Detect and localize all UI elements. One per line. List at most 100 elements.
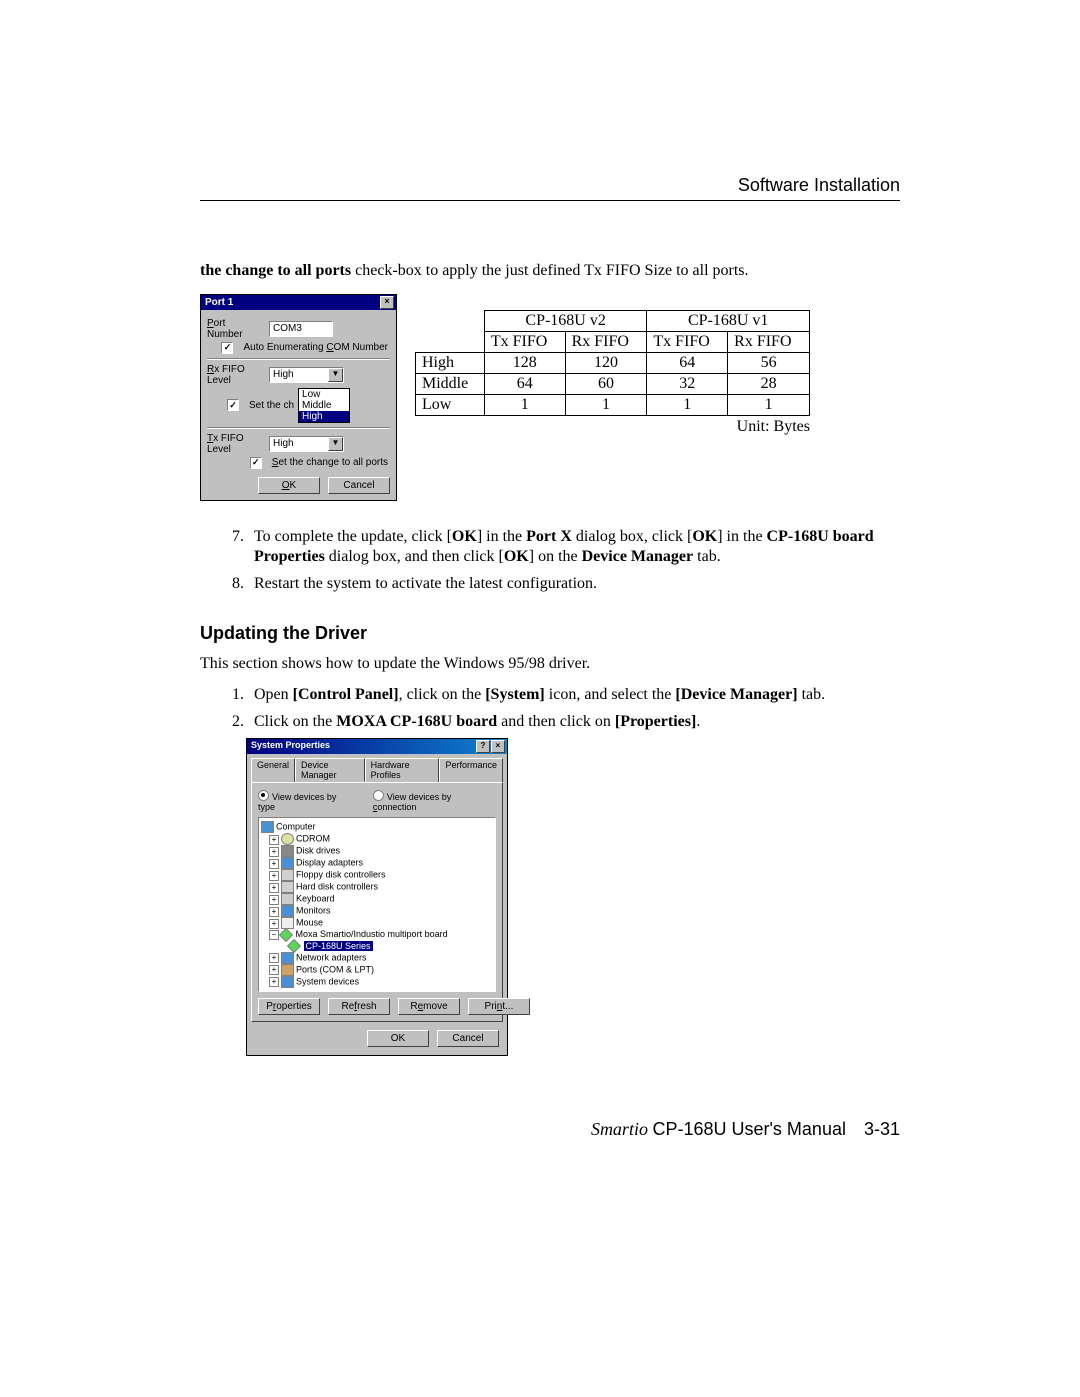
tree-ports[interactable]: +Ports (COM & LPT)	[261, 964, 493, 976]
driver-step-1: Open [Control Panel], click on the [Syst…	[248, 685, 900, 706]
tab-general[interactable]: General	[251, 758, 295, 782]
tree-system-devices[interactable]: +System devices	[261, 976, 493, 988]
tree-moxa-board[interactable]: − Moxa Smartio/Industio multiport board	[261, 929, 493, 940]
rx-set-change-checkbox[interactable]: ✓	[227, 399, 239, 411]
tree-display-adapters[interactable]: +Display adapters	[261, 857, 493, 869]
tree-hdd-ctrl[interactable]: +Hard disk controllers	[261, 881, 493, 893]
tab-device-manager[interactable]: Device Manager	[295, 758, 365, 782]
fifo-txv1: Tx FIFO	[647, 331, 728, 352]
sys-cancel-button[interactable]: Cancel	[437, 1030, 499, 1047]
fifo-row-label: Middle	[416, 373, 485, 394]
updating-driver-intro: This section shows how to update the Win…	[200, 654, 900, 675]
port-dialog: Port 1 × Port Number COM3 ✓ Auto Enumera…	[200, 294, 397, 501]
chevron-down-icon[interactable]: ▼	[328, 368, 343, 382]
tree-cp168u-series[interactable]: CP-168U Series	[261, 941, 493, 952]
fifo-cell: 64	[484, 373, 565, 394]
help-icon[interactable]: ?	[476, 740, 490, 753]
rx-fifo-combo[interactable]: High ▼	[269, 367, 344, 383]
fifo-rxv2: Rx FIFO	[565, 331, 647, 352]
fifo-cell: 128	[484, 352, 565, 373]
auto-enum-label: Auto Enumerating COM Number	[243, 342, 388, 353]
tree-disk-drives[interactable]: +Disk drives	[261, 845, 493, 857]
fifo-cell: 1	[728, 394, 810, 415]
tree-keyboard[interactable]: +Keyboard	[261, 893, 493, 905]
tree-floppy[interactable]: +Floppy disk controllers	[261, 869, 493, 881]
rx-dropdown-list[interactable]: Low Middle High	[298, 388, 350, 423]
page-footer: Smartio CP-168U User's Manual 3-31	[591, 1119, 900, 1140]
tree-network-adapters[interactable]: +Network adapters	[261, 952, 493, 964]
tab-hardware-profiles[interactable]: Hardware Profiles	[365, 758, 440, 782]
rx-set-change-label: Set the ch	[249, 400, 294, 411]
sys-ok-button[interactable]: OK	[367, 1030, 429, 1047]
intro-line: the change to all ports check-box to app…	[200, 260, 900, 282]
fifo-cell: 32	[647, 373, 728, 394]
fifo-cell: 56	[728, 352, 810, 373]
tree-monitors[interactable]: +Monitors	[261, 905, 493, 917]
footer-page: 3-31	[864, 1119, 900, 1139]
view-by-connection-radio[interactable]: View devices by connection	[373, 789, 496, 812]
rx-fifo-value: High	[273, 369, 294, 380]
section-title: Software Installation	[738, 175, 900, 196]
step-7: To complete the update, click [OK] in th…	[248, 527, 900, 569]
intro-rest: check-box to apply the just defined Tx F…	[351, 262, 748, 279]
print-button[interactable]: Print...	[468, 998, 530, 1015]
fifo-cell: 1	[484, 394, 565, 415]
tree-mouse[interactable]: +Mouse	[261, 917, 493, 929]
fifo-head-v2: CP-168U v2	[484, 310, 647, 331]
port-dialog-title: Port 1	[205, 297, 233, 308]
footer-prefix: Smartio	[591, 1119, 653, 1139]
port-dialog-titlebar: Port 1 ×	[201, 295, 396, 310]
steps-list-top: To complete the update, click [OK] in th…	[200, 527, 900, 595]
system-properties-titlebar: System Properties ? ×	[247, 739, 507, 754]
rx-option-middle[interactable]: Middle	[299, 400, 349, 411]
cancel-button[interactable]: Cancel	[328, 477, 390, 494]
footer-manual: CP-168U User's Manual	[652, 1119, 846, 1139]
tx-fifo-label: Tx FIFO Level	[207, 433, 263, 455]
header-rule	[200, 200, 900, 201]
tab-performance[interactable]: Performance	[439, 758, 503, 782]
fifo-cell: 60	[565, 373, 647, 394]
fifo-rxv1: Rx FIFO	[728, 331, 810, 352]
view-by-type-radio[interactable]: View devices by type	[258, 789, 355, 812]
step-8: Restart the system to activate the lates…	[248, 574, 900, 595]
steps-list-driver: Open [Control Panel], click on the [Syst…	[200, 685, 900, 733]
device-manager-panel: View devices by type View devices by con…	[251, 782, 503, 1022]
properties-button[interactable]: Properties	[258, 998, 320, 1015]
fifo-cell: 64	[647, 352, 728, 373]
port-number-input[interactable]: COM3	[269, 321, 333, 337]
chevron-down-icon[interactable]: ▼	[328, 437, 343, 451]
fifo-txv2: Tx FIFO	[484, 331, 565, 352]
tx-set-change-label: Set the change to all ports	[272, 457, 388, 468]
tx-fifo-combo[interactable]: High ▼	[269, 436, 344, 452]
fifo-row-label: High	[416, 352, 485, 373]
fifo-cell: 120	[565, 352, 647, 373]
rx-option-high[interactable]: High	[299, 411, 349, 422]
fifo-cell: 1	[647, 394, 728, 415]
fifo-row-label: Low	[416, 394, 485, 415]
system-properties-title: System Properties	[251, 740, 330, 753]
tx-set-change-checkbox[interactable]: ✓	[250, 457, 262, 469]
tree-computer[interactable]: Computer	[261, 821, 493, 833]
close-icon[interactable]: ×	[491, 740, 505, 753]
fifo-cell: 1	[565, 394, 647, 415]
fifo-unit: Unit: Bytes	[415, 418, 810, 436]
fifo-cell: 28	[728, 373, 810, 394]
tx-fifo-value: High	[273, 438, 294, 449]
port-number-label: Port Number	[207, 318, 263, 340]
fifo-table-wrapper: CP-168U v2 CP-168U v1 Tx FIFO Rx FIFO Tx…	[415, 294, 810, 436]
tree-cdrom[interactable]: +CDROM	[261, 833, 493, 845]
rx-fifo-label: Rx FIFO Level	[207, 364, 263, 386]
auto-enum-checkbox[interactable]: ✓	[221, 342, 233, 354]
refresh-button[interactable]: Refresh	[328, 998, 390, 1015]
fifo-head-v1: CP-168U v1	[647, 310, 810, 331]
driver-step-2: Click on the MOXA CP-168U board and then…	[248, 712, 900, 733]
close-icon[interactable]: ×	[380, 296, 394, 309]
rx-option-low[interactable]: Low	[299, 389, 349, 400]
tab-row: General Device Manager Hardware Profiles…	[251, 758, 503, 782]
ok-button[interactable]: OK	[258, 477, 320, 494]
remove-button[interactable]: Remove	[398, 998, 460, 1015]
fifo-table: CP-168U v2 CP-168U v1 Tx FIFO Rx FIFO Tx…	[415, 310, 810, 416]
system-properties-dialog: System Properties ? × General Device Man…	[246, 738, 508, 1056]
device-tree[interactable]: Computer +CDROM +Disk drives +Display ad…	[258, 817, 496, 992]
intro-bold: the change to all ports	[200, 262, 351, 279]
